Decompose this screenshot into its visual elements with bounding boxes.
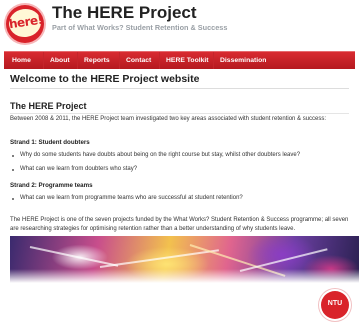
nav-item-home[interactable]: Home	[6, 52, 44, 69]
nav-item-contact[interactable]: Contact	[120, 52, 160, 69]
logo-text: here!	[8, 12, 44, 32]
logo-speech-bubble: here!	[7, 6, 44, 40]
strand2-bullet-1: What can we learn from programme teams w…	[12, 195, 243, 201]
light-streak	[29, 246, 119, 267]
bullet-text: What can we learn from doubters who stay…	[20, 166, 138, 172]
strand1-bullet-1: Why do some students have doubts about b…	[11, 152, 301, 158]
here-logo[interactable]: here!	[6, 5, 44, 43]
nav-item-dissemination[interactable]: Dissemination	[214, 52, 276, 69]
strand1-bullet-2: What can we learn from doubters who stay…	[11, 166, 138, 172]
light-streak	[99, 249, 219, 268]
strand2-heading: Strand 2: Programme teams	[10, 182, 93, 189]
nav-item-about[interactable]: About	[44, 52, 78, 69]
banner-photo	[10, 236, 359, 283]
site-title[interactable]: The HERE Project	[52, 3, 197, 23]
strand1-heading: Strand 1: Student doubters	[10, 139, 90, 146]
bullet-text: Why do some students have doubts about b…	[20, 152, 301, 158]
nav-item-here-toolkit[interactable]: HERE Toolkit	[160, 52, 214, 69]
site-header: here! The HERE Project Part of What Work…	[0, 0, 359, 50]
closing-paragraph: The HERE Project is one of the seven pro…	[10, 217, 349, 232]
ntu-logo-text: NTU	[327, 300, 343, 307]
intro-paragraph: Between 2008 & 2011, the HERE Project te…	[10, 116, 327, 122]
main-nav: Home About Reports Contact HERE Toolkit …	[4, 51, 355, 69]
photo-fade	[10, 269, 359, 283]
section-divider	[10, 113, 349, 114]
heading-divider	[10, 88, 349, 89]
site-subtitle: Part of What Works? Student Retention & …	[52, 23, 228, 32]
nav-item-reports[interactable]: Reports	[78, 52, 120, 69]
section-heading: The HERE Project	[10, 101, 87, 111]
ntu-logo[interactable]: NTU	[321, 291, 349, 319]
page-title: Welcome to the HERE Project website	[10, 73, 200, 85]
bullet-text: What can we learn from programme teams w…	[20, 195, 243, 201]
